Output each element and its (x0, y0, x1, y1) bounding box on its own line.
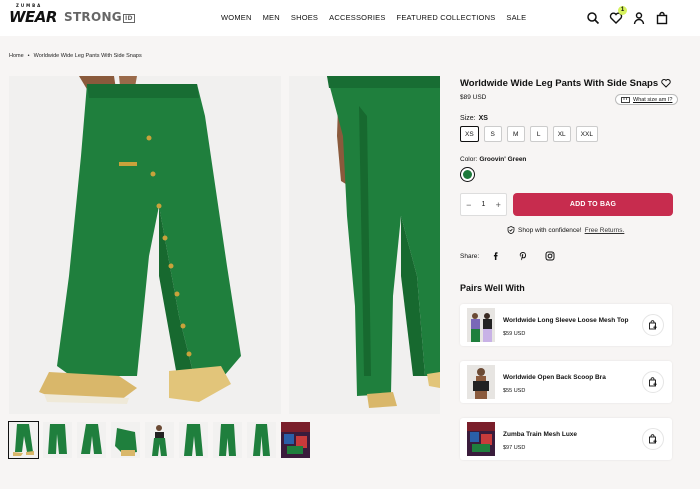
add-to-bag-button[interactable]: ADD TO BAG (513, 193, 673, 216)
account-icon[interactable] (632, 11, 646, 25)
add-to-bag-icon (649, 434, 657, 444)
strong-id-logo[interactable]: STRONG ID (64, 10, 135, 24)
size-options: XS S M L XL XXL (460, 126, 598, 142)
product-image-back[interactable] (289, 76, 440, 414)
bag-icon[interactable] (655, 11, 669, 25)
product-image-side[interactable] (9, 76, 281, 414)
color-label-text: Color: (460, 156, 478, 163)
pairs-card-2[interactable]: Worldwide Open Back Scoop Bra $55 USD (460, 361, 672, 403)
color-name: Groovin' Green (479, 156, 527, 163)
color-swatch-green[interactable] (460, 167, 475, 182)
pairs-card-1-name[interactable]: Worldwide Long Sleeve Loose Mesh Top (503, 317, 628, 324)
pairs-card-1-image[interactable] (467, 308, 495, 342)
logo-small-text: ZUMBA (16, 3, 43, 8)
breadcrumb-separator: • (27, 53, 30, 59)
pairs-card-1-add-button[interactable] (642, 314, 664, 336)
pairs-card-2-add-button[interactable] (642, 371, 664, 393)
shield-check-icon (507, 226, 515, 234)
breadcrumb-home[interactable]: Home (9, 53, 24, 59)
add-to-wishlist-heart-icon[interactable] (661, 78, 671, 88)
wishlist-count-badge: 1 (618, 6, 627, 15)
facebook-icon[interactable] (491, 251, 501, 261)
thumbnail-strip (8, 421, 310, 459)
quantity-plus-button[interactable]: + (496, 200, 501, 210)
pairs-card-1[interactable]: Worldwide Long Sleeve Loose Mesh Top $59… (460, 304, 672, 346)
thumbnail-6[interactable] (179, 422, 208, 458)
logo-id-text: ID (122, 14, 135, 23)
size-option-xl[interactable]: XL (552, 126, 571, 142)
size-option-s[interactable]: S (483, 126, 502, 142)
thumbnail-8[interactable] (247, 422, 276, 458)
pinterest-icon[interactable] (518, 251, 528, 261)
pairs-card-1-price: $59 USD (503, 331, 526, 337)
size-selected-value: XS (478, 115, 488, 122)
breadcrumb: Home • Worldwide Wide Leg Pants With Sid… (9, 53, 142, 59)
search-icon[interactable] (586, 11, 600, 25)
breadcrumb-current: Worldwide Wide Leg Pants With Side Snaps (33, 53, 142, 59)
size-guide-label: What size am I? (633, 96, 673, 103)
nav-men[interactable]: MEN (263, 13, 280, 22)
size-option-l[interactable]: L (529, 126, 548, 142)
pants-back-photo (289, 76, 440, 414)
add-to-bag-icon (649, 377, 657, 387)
nav-sale[interactable]: SALE (506, 13, 526, 22)
pairs-card-3-name[interactable]: Zumba Train Mesh Luxe (503, 431, 577, 438)
logo-strong-text: STRONG (64, 10, 122, 24)
logo-wear-text: WEAR (9, 8, 57, 26)
size-option-m[interactable]: M (506, 126, 525, 142)
main-nav: WOMEN MEN SHOES ACCESSORIES FEATURED COL… (221, 13, 526, 22)
size-option-xs[interactable]: XS (460, 126, 479, 142)
size-label-text: Size: (460, 115, 476, 122)
size-guide-button[interactable]: What size am I? (615, 94, 679, 105)
add-to-bag-icon (649, 320, 657, 330)
product-price: $89 USD (460, 94, 487, 101)
thumbnail-5[interactable] (145, 422, 174, 458)
quantity-stepper: − 1 + (460, 193, 507, 216)
thumbnail-7[interactable] (213, 422, 242, 458)
pants-side-photo (9, 76, 281, 414)
pairs-card-3-image[interactable] (467, 422, 495, 456)
thumbnail-1[interactable] (8, 421, 39, 459)
nav-featured-collections[interactable]: FEATURED COLLECTIONS (397, 13, 496, 22)
thumbnail-9[interactable] (281, 422, 310, 458)
instagram-icon[interactable] (545, 251, 555, 261)
size-label: Size: XS (460, 115, 488, 122)
pairs-card-3-add-button[interactable] (642, 428, 664, 450)
zumba-wear-logo[interactable]: ZUMBA WEAR (9, 3, 57, 26)
quantity-minus-button[interactable]: − (466, 200, 471, 210)
pairs-card-2-price: $55 USD (503, 388, 526, 394)
pairs-card-3-price: $97 USD (503, 445, 526, 451)
nav-accessories[interactable]: ACCESSORIES (329, 13, 385, 22)
ruler-icon (621, 96, 630, 103)
free-returns-link[interactable]: Free Returns. (585, 227, 625, 234)
thumbnail-4[interactable] (111, 422, 140, 458)
thumbnail-2[interactable] (43, 422, 72, 458)
pairs-card-3[interactable]: Zumba Train Mesh Luxe $97 USD (460, 418, 672, 460)
confidence-text: Shop with confidence! (518, 226, 582, 234)
site-header: ZUMBA WEAR STRONG ID WOMEN MEN SHOES ACCE… (0, 0, 700, 36)
color-label: Color: Groovin' Green (460, 156, 526, 163)
pairs-well-with-heading: Pairs Well With (460, 283, 525, 293)
product-title: Worldwide Wide Leg Pants With Side Snaps (460, 78, 659, 89)
size-option-xxl[interactable]: XXL (575, 126, 598, 142)
pairs-card-2-image[interactable] (467, 365, 495, 399)
shop-with-confidence: Shop with confidence! Free Returns. (507, 226, 624, 234)
quantity-value[interactable]: 1 (482, 201, 486, 208)
pairs-card-2-name[interactable]: Worldwide Open Back Scoop Bra (503, 374, 606, 381)
nav-women[interactable]: WOMEN (221, 13, 252, 22)
nav-shoes[interactable]: SHOES (291, 13, 318, 22)
share-label: Share: (460, 253, 480, 260)
thumbnail-3[interactable] (77, 422, 106, 458)
color-swatch-fill (463, 170, 472, 179)
